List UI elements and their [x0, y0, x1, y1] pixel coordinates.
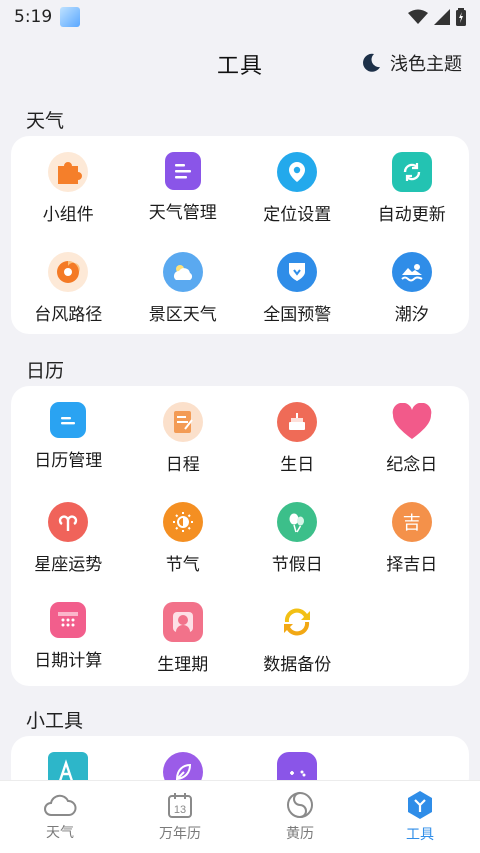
- tool-holidays[interactable]: 节假日: [240, 486, 355, 586]
- signal-icon: [434, 9, 450, 25]
- battery-icon: [456, 8, 466, 26]
- heart-icon: [392, 402, 432, 442]
- tool-typhoon-path[interactable]: 台风路径: [11, 236, 126, 336]
- nav-perpetual-calendar[interactable]: 13 万年历: [120, 781, 240, 853]
- refresh-icon: [391, 152, 432, 192]
- weather-tools-card: 小组件 天气管理 定位设置 自动更新 台风路径 景区天气 全国预警 潮汐: [11, 136, 469, 334]
- schedule-icon: [162, 402, 203, 442]
- tool-scenic-weather[interactable]: 景区天气: [126, 236, 241, 336]
- theme-toggle-label: 浅色主题: [390, 54, 462, 75]
- tool-date-calc[interactable]: 日期计算: [11, 586, 126, 686]
- tool-label: 节气: [165, 555, 200, 575]
- tide-icon: [391, 252, 432, 292]
- wifi-icon: [408, 9, 428, 24]
- typhoon-icon: [48, 252, 89, 292]
- tool-horoscope[interactable]: 星座运势: [11, 486, 126, 586]
- tool-data-backup[interactable]: 数据备份: [240, 586, 355, 686]
- puzzle-icon: [48, 152, 89, 192]
- location-icon: [277, 152, 318, 192]
- tool-tide[interactable]: 潮汐: [355, 236, 470, 336]
- section-title-calendar: 日历: [26, 360, 65, 382]
- tool-period[interactable]: 生理期: [126, 586, 241, 686]
- tool-label: 生日: [280, 455, 315, 475]
- moon-icon: [363, 53, 380, 72]
- tool-label: 小组件: [42, 205, 94, 225]
- nav-label: 黄历: [286, 826, 314, 842]
- tool-location-settings[interactable]: 定位设置: [240, 136, 355, 236]
- tool-auto-update[interactable]: 自动更新: [355, 136, 470, 236]
- sun-icon: [162, 502, 203, 542]
- tool-label: 自动更新: [377, 205, 446, 225]
- notification-icon: [60, 7, 81, 27]
- tool-label: 潮汐: [394, 305, 429, 325]
- bottom-nav: 天气 13 万年历 黄历 工具: [0, 780, 480, 853]
- section-title-weather: 天气: [26, 110, 65, 132]
- list-icon: [164, 152, 201, 190]
- calendar-manage-icon: [50, 402, 87, 438]
- nav-weather[interactable]: 天气: [0, 781, 120, 853]
- calendar-day-text: 13: [174, 804, 186, 816]
- tool-label: 景区天气: [148, 305, 217, 325]
- tool-label: 生理期: [157, 655, 209, 675]
- tool-weather-manage[interactable]: 天气管理: [126, 136, 241, 236]
- nav-almanac[interactable]: 黄历: [240, 781, 360, 853]
- tool-label: 节假日: [271, 555, 323, 575]
- cloud-icon: [44, 794, 77, 816]
- backup-icon: [277, 602, 317, 642]
- section-title-mini-tools: 小工具: [26, 710, 84, 732]
- tool-label: 定位设置: [263, 205, 332, 225]
- tool-anniversary[interactable]: 纪念日: [355, 386, 470, 486]
- date-calc-icon: [50, 602, 87, 638]
- calendar-tools-card: 日历管理 日程 生日 纪念日 星座运势 节气 节假日 吉 择吉日 日期计算 生理…: [11, 386, 469, 686]
- theme-toggle-button[interactable]: 浅色主题: [360, 50, 462, 76]
- scenic-weather-icon: [162, 252, 203, 292]
- tool-schedule[interactable]: 日程: [126, 386, 241, 486]
- tool-label: 台风路径: [34, 305, 103, 325]
- status-indicators: [408, 8, 466, 26]
- nav-label: 天气: [46, 825, 74, 841]
- nav-label: 万年历: [159, 826, 201, 842]
- nav-tools[interactable]: 工具: [360, 781, 480, 853]
- tool-label: 纪念日: [386, 455, 438, 475]
- header: 工具 浅色主题: [0, 40, 480, 88]
- lucky-glyph: 吉: [402, 513, 421, 534]
- nav-label: 工具: [406, 827, 434, 843]
- tools-icon: [408, 791, 432, 819]
- tool-widget[interactable]: 小组件: [11, 136, 126, 236]
- tool-label: 日期计算: [34, 651, 103, 671]
- tool-label: 日程: [165, 455, 200, 475]
- tool-label: 天气管理: [148, 203, 217, 223]
- yinyang-icon: [287, 792, 313, 818]
- tool-national-warning[interactable]: 全国预警: [240, 236, 355, 336]
- warning-shield-icon: [277, 252, 318, 292]
- tool-lucky-day[interactable]: 吉 择吉日: [355, 486, 470, 586]
- tool-label: 择吉日: [386, 555, 438, 575]
- lucky-icon: 吉: [391, 502, 432, 542]
- tool-label: 全国预警: [263, 305, 332, 325]
- cake-icon: [277, 402, 318, 442]
- tool-label: 数据备份: [263, 655, 332, 675]
- tool-calendar-manage[interactable]: 日历管理: [11, 386, 126, 486]
- period-icon: [162, 602, 203, 642]
- balloon-icon: [277, 502, 318, 542]
- status-bar: 5:19: [0, 0, 480, 34]
- tool-label: 星座运势: [34, 555, 103, 575]
- tool-solar-terms[interactable]: 节气: [126, 486, 241, 586]
- tool-birthday[interactable]: 生日: [240, 386, 355, 486]
- aries-icon: [48, 502, 89, 542]
- tool-label: 日历管理: [34, 451, 103, 471]
- calendar-13-icon: 13: [168, 793, 192, 818]
- status-time: 5:19: [14, 7, 53, 27]
- page-title: 工具: [216, 54, 263, 79]
